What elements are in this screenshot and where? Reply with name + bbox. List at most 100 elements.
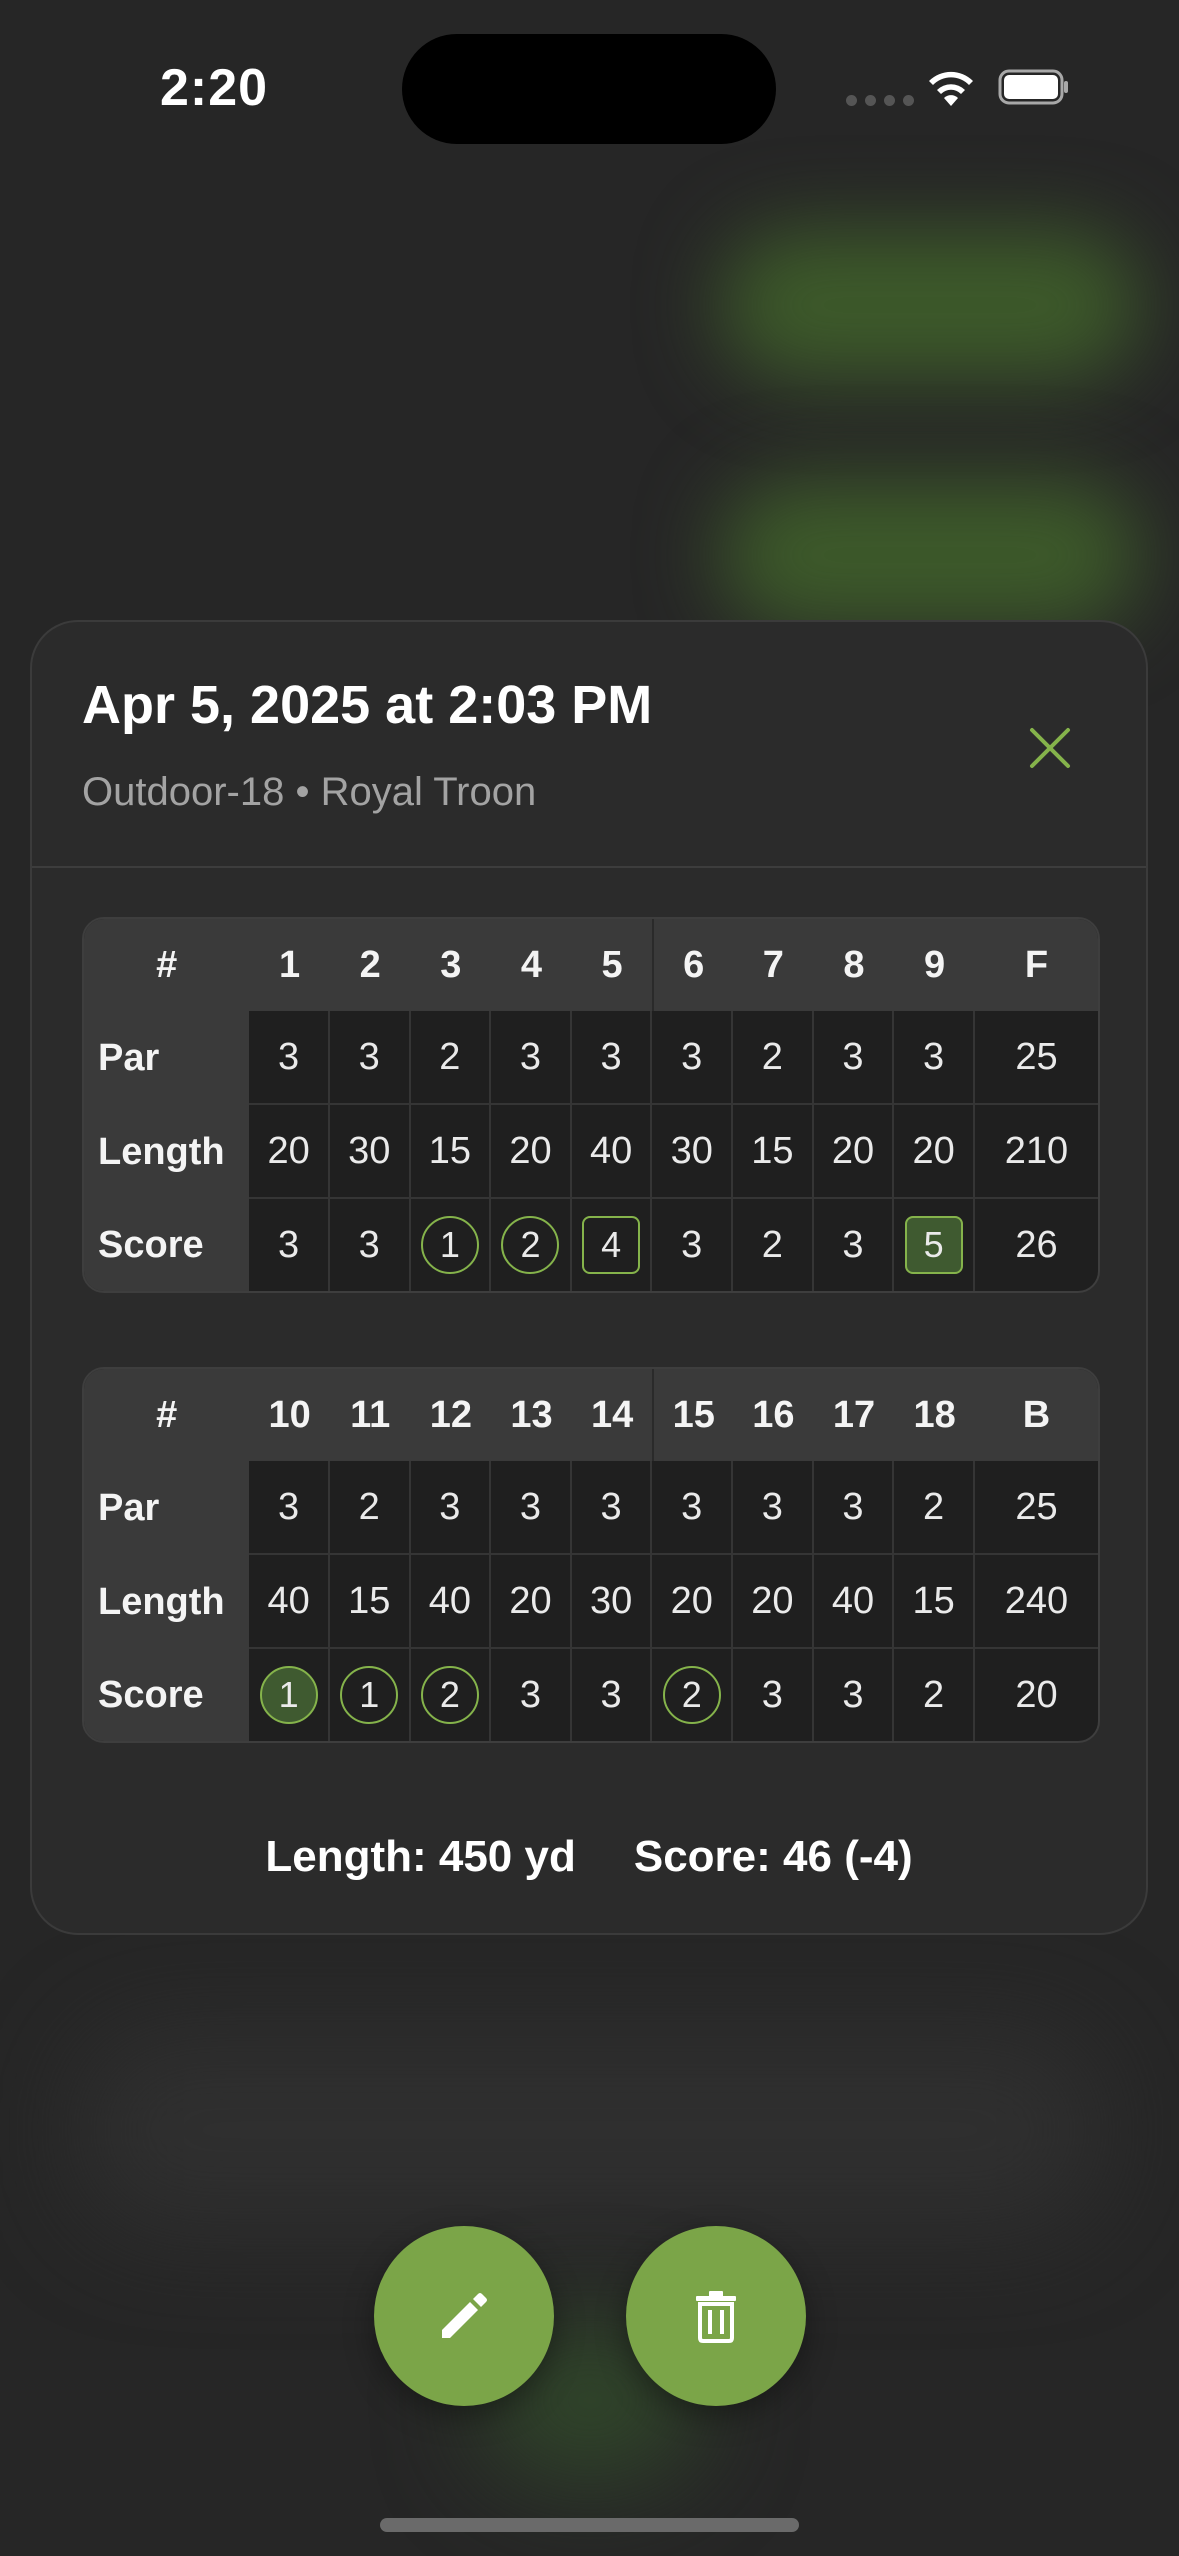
battery-icon (998, 69, 1068, 105)
status-bar: 2:20 (0, 0, 1179, 170)
birdie-marker: 2 (501, 1216, 560, 1274)
score-cell: 3 (249, 1199, 330, 1291)
par-cell: 3 (571, 1461, 653, 1555)
edit-button[interactable] (374, 2226, 554, 2406)
hole-number-row: # 1 2 3 4 5 6 7 8 9 F (84, 919, 1098, 1011)
eagle-marker: 1 (259, 1666, 318, 1724)
par-cell: 3 (249, 1461, 330, 1555)
status-time: 2:20 (160, 59, 269, 117)
score-cell: 2 (411, 1649, 492, 1741)
length-cell: 20 (652, 1555, 734, 1649)
score-row: Score 3 3 1 2 4 3 2 3 5 26 (84, 1199, 1098, 1291)
length-cell: 40 (813, 1555, 895, 1649)
pencil-icon (442, 2293, 487, 2338)
hole-header: 10 (249, 1369, 330, 1461)
par-cell: 2 (329, 1461, 411, 1555)
round-summary: Length: 450 yd Score: 46 (-4) (32, 1832, 1146, 1882)
par-row: Par 3 2 3 3 3 3 3 3 2 25 (84, 1461, 1098, 1555)
score-cell: 3 (491, 1649, 572, 1741)
score-cell: 3 (733, 1649, 814, 1741)
score-cell: 3 (652, 1199, 734, 1291)
row-label: Par (84, 1461, 250, 1555)
score-cell: 1 (330, 1649, 411, 1741)
row-label: Score (84, 1199, 250, 1291)
hole-number-row: # 10 11 12 13 14 15 16 17 18 B (84, 1369, 1098, 1461)
hole-header: 4 (491, 919, 572, 1011)
hole-header: 12 (410, 1369, 492, 1461)
length-cell: 15 (733, 1105, 814, 1199)
par-cell: 3 (733, 1461, 814, 1555)
birdie-marker: 1 (340, 1666, 399, 1724)
delete-button[interactable] (626, 2226, 806, 2406)
score-cell: 1 (249, 1649, 330, 1741)
length-cell: 20 (813, 1105, 895, 1199)
hole-header: 5 (571, 919, 653, 1011)
birdie-marker: 1 (420, 1216, 479, 1274)
length-cell: 15 (329, 1555, 411, 1649)
hole-header: 16 (733, 1369, 814, 1461)
par-cell: 3 (652, 1011, 734, 1105)
score-cell: 2 (894, 1649, 975, 1741)
front-nine-scorecard: # 1 2 3 4 5 6 7 8 9 F Par 3 3 2 3 3 3 2 … (82, 917, 1100, 1293)
length-row: Length 20 30 15 20 40 30 15 20 20 210 (84, 1105, 1098, 1199)
total-header: B (974, 1369, 1098, 1461)
close-icon[interactable] (1020, 718, 1080, 778)
par-row: Par 3 3 2 3 3 3 2 3 3 25 (84, 1011, 1098, 1105)
back-nine-scorecard: # 10 11 12 13 14 15 16 17 18 B Par 3 2 3… (82, 1367, 1100, 1743)
length-cell: 20 (491, 1555, 572, 1649)
par-total-cell: 25 (974, 1011, 1098, 1105)
par-cell: 3 (571, 1011, 653, 1105)
length-cell: 15 (410, 1105, 492, 1199)
trash-icon (696, 2291, 736, 2343)
hole-header: 17 (813, 1369, 895, 1461)
round-date-title: Apr 5, 2025 at 2:03 PM (82, 675, 653, 735)
score-cell: 2 (733, 1199, 814, 1291)
par-cell: 3 (894, 1011, 975, 1105)
hole-header: 14 (571, 1369, 653, 1461)
hole-header: 6 (652, 919, 734, 1011)
length-cell: 30 (571, 1555, 653, 1649)
double-bogey-marker: 5 (904, 1216, 963, 1274)
length-cell: 40 (571, 1105, 653, 1199)
par-cell: 3 (249, 1011, 330, 1105)
par-cell: 3 (813, 1011, 895, 1105)
hole-header: 1 (249, 919, 330, 1011)
length-total-cell: 240 (974, 1555, 1098, 1649)
background-blur (80, 2030, 1100, 2230)
birdie-marker: 2 (662, 1666, 721, 1724)
score-cell: 4 (572, 1199, 653, 1291)
hole-header: 13 (491, 1369, 572, 1461)
background-blur (720, 480, 1140, 630)
hole-header: 7 (733, 919, 814, 1011)
cellular-icon (846, 95, 914, 106)
round-course-subtitle: Outdoor-18 • Royal Troon (82, 770, 537, 814)
length-cell: 30 (652, 1105, 734, 1199)
hole-header: # (84, 919, 250, 1011)
dynamic-island (402, 34, 776, 144)
length-cell: 20 (249, 1105, 330, 1199)
hole-header: 9 (894, 919, 975, 1011)
par-cell: 3 (491, 1461, 572, 1555)
par-cell: 3 (329, 1011, 411, 1105)
background-blur (720, 230, 1140, 380)
par-cell: 2 (894, 1461, 975, 1555)
par-cell: 3 (410, 1461, 492, 1555)
total-score: Score: 46 (-4) (633, 1832, 913, 1881)
round-detail-sheet: Apr 5, 2025 at 2:03 PM Outdoor-18 • Roya… (30, 620, 1148, 1935)
length-total-cell: 210 (974, 1105, 1098, 1199)
hole-header: 8 (813, 919, 895, 1011)
score-row: Score 1 1 2 3 3 2 3 3 2 20 (84, 1649, 1098, 1741)
bogey-marker: 4 (582, 1216, 641, 1274)
score-cell: 2 (491, 1199, 572, 1291)
length-cell: 15 (894, 1555, 975, 1649)
length-cell: 40 (249, 1555, 330, 1649)
score-cell: 5 (894, 1199, 975, 1291)
birdie-marker: 2 (420, 1666, 479, 1724)
total-header: F (974, 919, 1098, 1011)
par-cell: 3 (813, 1461, 895, 1555)
score-cell: 2 (652, 1649, 734, 1741)
row-label: Par (84, 1011, 250, 1105)
par-cell: 3 (491, 1011, 572, 1105)
wifi-icon (929, 71, 973, 106)
length-row: Length 40 15 40 20 30 20 20 40 15 240 (84, 1555, 1098, 1649)
